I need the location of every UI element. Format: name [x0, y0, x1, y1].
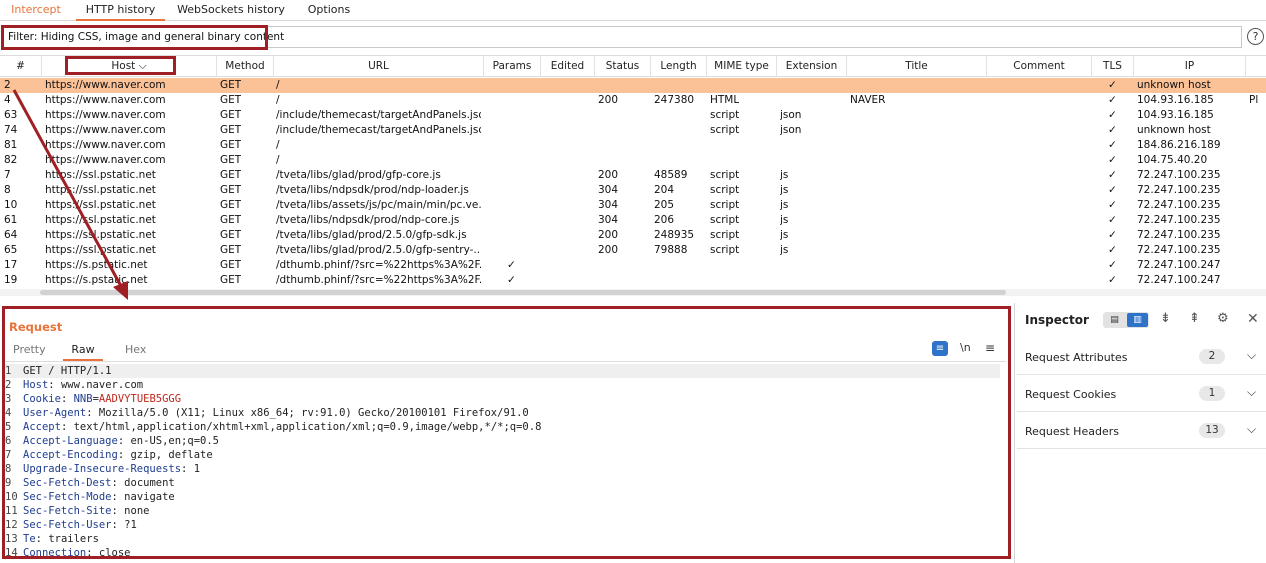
annotation-arrow: [12, 89, 128, 300]
arrow-line: [12, 89, 124, 289]
